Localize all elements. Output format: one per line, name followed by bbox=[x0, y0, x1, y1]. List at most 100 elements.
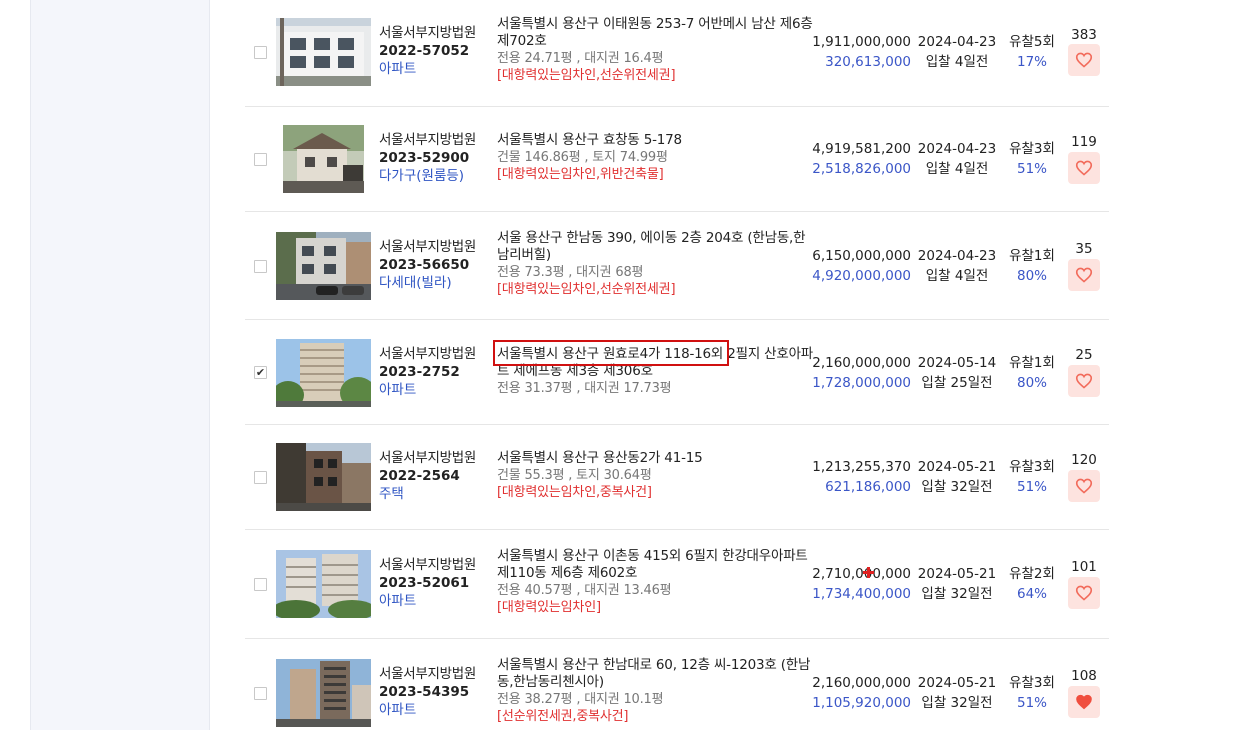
listing-row[interactable]: 서울서부지방법원 2023-56650 다세대(빌라) 서울 용산구 한남동 3… bbox=[245, 212, 1109, 320]
heart-outline-icon bbox=[1075, 585, 1093, 601]
auction-date-info: 2024-04-23 입찰 4일전 bbox=[917, 32, 997, 72]
property-description: 서울특별시 용산구 효창동 5-178 건물 146.86평 , 토지 74.9… bbox=[497, 132, 817, 183]
property-address[interactable]: 서울특별시 용산구 효창동 5-178 bbox=[497, 132, 817, 149]
minimum-bid: 1,734,400,000 bbox=[812, 586, 911, 602]
view-count: 101 bbox=[1071, 559, 1097, 575]
property-area: 건물 55.3평 , 토지 30.64평 bbox=[497, 468, 652, 483]
property-description: 서울 용산구 한남동 390, 에이동 2층 204호 (한남동,한남리버힐) … bbox=[497, 230, 817, 298]
property-thumbnail[interactable] bbox=[276, 18, 371, 86]
days-left: 입찰 32일전 bbox=[921, 695, 993, 711]
heart-filled-icon bbox=[1076, 694, 1092, 710]
property-thumbnail[interactable] bbox=[276, 443, 371, 511]
listing-row[interactable]: 서울서부지방법원 2022-2564 주택 서울특별시 용산구 용산동2가 41… bbox=[245, 425, 1109, 530]
case-number[interactable]: 2023-56650 bbox=[379, 256, 476, 274]
favorite-button[interactable] bbox=[1068, 686, 1100, 718]
property-note: [대항력있는임차인,위반건축물] bbox=[497, 167, 664, 182]
failure-info: 유찰3회 51% bbox=[1002, 457, 1062, 497]
court-name: 서울서부지방법원 bbox=[379, 557, 476, 573]
listing-row[interactable]: 서울서부지방법원 2023-52900 다가구(원룸등) 서울특별시 용산구 효… bbox=[245, 107, 1109, 212]
heart-outline-icon bbox=[1075, 52, 1093, 68]
property-type: 다세대(빌라) bbox=[379, 275, 452, 291]
row-checkbox[interactable] bbox=[254, 578, 267, 591]
auction-date-info: 2024-05-14 입찰 25일전 bbox=[917, 353, 997, 393]
auction-date-info: 2024-05-21 입찰 32일전 bbox=[917, 673, 997, 713]
failure-info: 유찰1회 80% bbox=[1002, 353, 1062, 393]
court-info: 서울서부지방법원 2023-56650 다세대(빌라) bbox=[379, 238, 476, 292]
property-address[interactable]: 서울특별시 용산구 이촌동 415외 6필지 한강대우아파트 제110동 제6층… bbox=[497, 548, 817, 582]
property-address[interactable]: 서울 용산구 한남동 390, 에이동 2층 204호 (한남동,한남리버힐) bbox=[497, 230, 817, 264]
listing-row[interactable]: 서울서부지방법원 2023-54395 아파트 서울특별시 용산구 한남대로 6… bbox=[245, 639, 1109, 730]
favorite-button[interactable] bbox=[1068, 470, 1100, 502]
listing-row[interactable]: ✔ 서울서부지방법원 2023-2752 아파트 서울특별시 용산구 원효로4가 bbox=[245, 320, 1109, 425]
failure-info: 유찰1회 80% bbox=[1002, 246, 1062, 286]
row-checkbox[interactable] bbox=[254, 153, 267, 166]
high-rise-photo-icon bbox=[276, 659, 371, 727]
favorite-button[interactable] bbox=[1068, 259, 1100, 291]
minimum-bid: 4,920,000,000 bbox=[812, 268, 911, 284]
heart-outline-icon bbox=[1075, 267, 1093, 283]
price-info: 6,150,000,000 4,920,000,000 bbox=[811, 246, 911, 286]
row-checkbox[interactable] bbox=[254, 260, 267, 273]
price-info: 2,160,000,000 1,105,920,000 bbox=[811, 673, 911, 713]
days-left: 입찰 25일전 bbox=[921, 375, 993, 391]
failed-count: 유찰2회 bbox=[1009, 566, 1055, 582]
favorite-button[interactable] bbox=[1068, 44, 1100, 76]
case-number[interactable]: 2023-54395 bbox=[379, 683, 476, 701]
auction-date: 2024-05-14 bbox=[917, 355, 997, 371]
price-rate: 51% bbox=[1016, 479, 1047, 495]
auction-date: 2024-05-21 bbox=[917, 566, 997, 582]
row-checkbox[interactable] bbox=[254, 471, 267, 484]
auction-date-info: 2024-04-23 입찰 4일전 bbox=[917, 246, 997, 286]
court-info: 서울서부지방법원 2022-2564 주택 bbox=[379, 449, 476, 503]
favorite-button[interactable] bbox=[1068, 365, 1100, 397]
row-checkbox[interactable]: ✔ bbox=[254, 366, 267, 379]
view-count: 35 bbox=[1075, 241, 1093, 257]
price-rate: 64% bbox=[1016, 586, 1047, 602]
case-number[interactable]: 2023-52900 bbox=[379, 149, 476, 167]
failure-info: 유찰2회 64% bbox=[1002, 564, 1062, 604]
case-number[interactable]: 2022-57052 bbox=[379, 42, 476, 60]
failed-count: 유찰3회 bbox=[1009, 459, 1055, 475]
property-type: 아파트 bbox=[379, 61, 417, 77]
price-info: 2,160,000,000 1,728,000,000 bbox=[811, 353, 911, 393]
property-description: 서울특별시 용산구 이태원동 253-7 어반메시 남산 제6층 제702호 전… bbox=[497, 16, 817, 84]
row-checkbox[interactable] bbox=[254, 46, 267, 59]
favorite-button[interactable] bbox=[1068, 577, 1100, 609]
highlight-box bbox=[493, 340, 729, 366]
failed-count: 유찰3회 bbox=[1009, 675, 1055, 691]
court-info: 서울서부지방법원 2022-57052 아파트 bbox=[379, 24, 476, 78]
case-number[interactable]: 2023-52061 bbox=[379, 574, 476, 592]
property-thumbnail[interactable] bbox=[276, 550, 371, 618]
court-name: 서울서부지방법원 bbox=[379, 239, 476, 255]
property-thumbnail[interactable] bbox=[276, 339, 371, 407]
property-address[interactable]: 서울특별시 용산구 용산동2가 41-15 bbox=[497, 450, 817, 467]
favorite-button[interactable] bbox=[1068, 152, 1100, 184]
view-count: 108 bbox=[1071, 668, 1097, 684]
villa-photo-icon bbox=[276, 232, 371, 300]
property-note: [대항력있는임차인,선순위전세권] bbox=[497, 282, 676, 297]
auction-date: 2024-04-23 bbox=[917, 248, 997, 264]
property-thumbnail[interactable] bbox=[276, 232, 371, 300]
minimum-bid: 1,105,920,000 bbox=[812, 695, 911, 711]
appraisal-price: 6,150,000,000 bbox=[812, 248, 911, 264]
failed-count: 유찰1회 bbox=[1009, 355, 1055, 371]
days-left: 입찰 4일전 bbox=[925, 161, 989, 177]
property-address[interactable]: 서울특별시 용산구 한남대로 60, 12층 씨-1203호 (한남동,한남동리… bbox=[497, 657, 817, 691]
price-rate: 80% bbox=[1016, 375, 1047, 391]
apartment-building-photo-icon bbox=[276, 18, 371, 86]
auction-date-info: 2024-04-23 입찰 4일전 bbox=[917, 139, 997, 179]
listing-row[interactable]: 서울서부지방법원 2022-57052 아파트 서울특별시 용산구 이태원동 2… bbox=[245, 0, 1109, 107]
minimum-bid: 320,613,000 bbox=[825, 54, 911, 70]
row-checkbox[interactable] bbox=[254, 687, 267, 700]
minimum-bid: 1,728,000,000 bbox=[812, 375, 911, 391]
listing-row[interactable]: 서울서부지방법원 2023-52061 아파트 서울특별시 용산구 이촌동 41… bbox=[245, 530, 1109, 639]
failure-info: 유찰5회 17% bbox=[1002, 32, 1062, 72]
property-thumbnail[interactable] bbox=[283, 125, 364, 193]
property-address[interactable]: 서울특별시 용산구 이태원동 253-7 어반메시 남산 제6층 제702호 bbox=[497, 16, 817, 50]
case-number[interactable]: 2023-2752 bbox=[379, 363, 476, 381]
case-number[interactable]: 2022-2564 bbox=[379, 467, 476, 485]
property-note: [대항력있는임차인] bbox=[497, 600, 601, 615]
days-left: 입찰 4일전 bbox=[925, 268, 989, 284]
property-thumbnail[interactable] bbox=[276, 659, 371, 727]
court-info: 서울서부지방법원 2023-52900 다가구(원룸등) bbox=[379, 131, 476, 185]
